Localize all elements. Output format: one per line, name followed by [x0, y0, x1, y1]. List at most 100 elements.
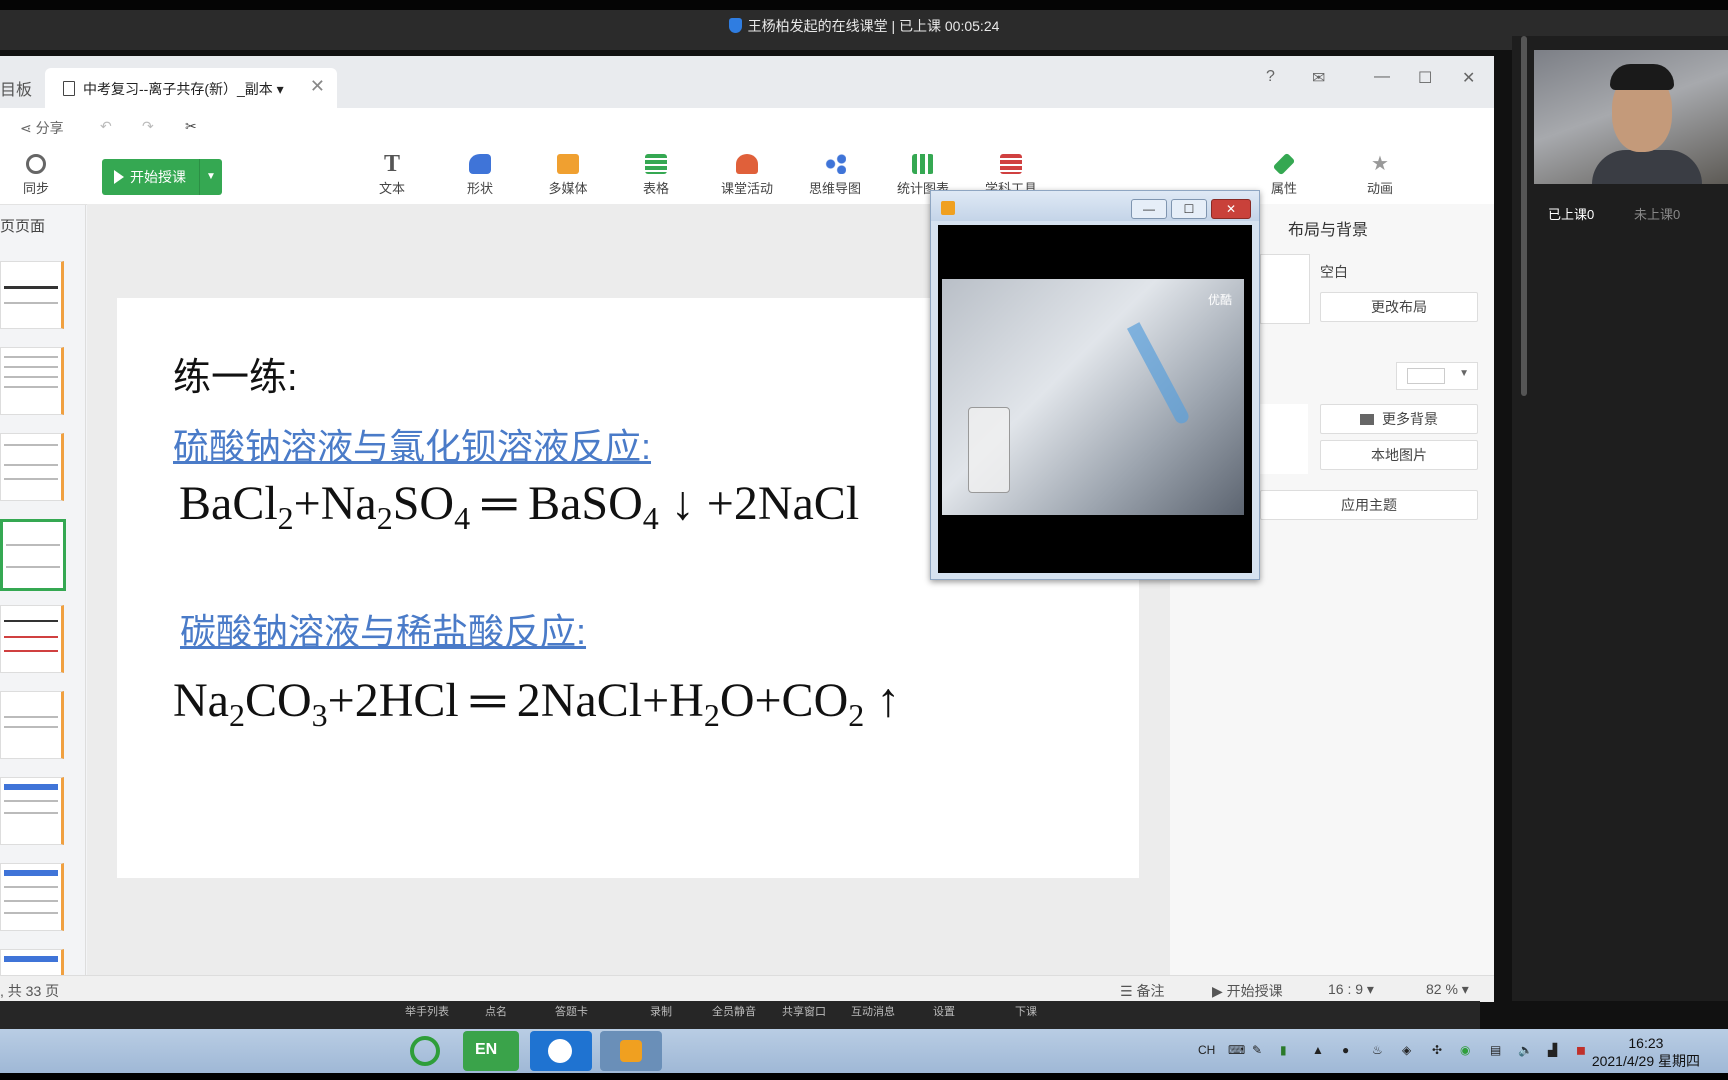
- system-clock[interactable]: 16:23 2021/4/29 星期四: [1592, 1034, 1700, 1070]
- equation-1: BaCl2+Na2SO4 ═ BaSO4 ↓ +2NaCl: [179, 477, 860, 536]
- menu-share-window[interactable]: 共享窗口: [782, 1003, 826, 1019]
- status-start-button[interactable]: ▶ 开始授课: [1212, 981, 1283, 1001]
- menu-end-class[interactable]: 下课: [1015, 1003, 1037, 1019]
- tool-text[interactable]: T 文本: [360, 152, 424, 197]
- table-icon: [645, 154, 667, 174]
- slide-thumbnail[interactable]: [0, 605, 64, 673]
- video-screen[interactable]: 优酷: [938, 225, 1252, 573]
- document-tab-label: 中考复习--离子共存(新）_副本 ▾: [83, 81, 284, 97]
- slide-link-reaction-1[interactable]: 硫酸钠溶液与氯化钡溶液反应:: [173, 418, 651, 470]
- input-language[interactable]: CH: [1198, 1043, 1215, 1057]
- mail-icon[interactable]: ✉: [1312, 68, 1325, 88]
- background-color-picker[interactable]: ▼: [1396, 362, 1478, 390]
- background-preview: [1260, 404, 1308, 474]
- slide-thumbnail[interactable]: [0, 261, 64, 329]
- battery-icon[interactable]: ▮: [1280, 1043, 1287, 1057]
- menu-record[interactable]: 录制: [650, 1003, 672, 1019]
- maximize-button[interactable]: ☐: [1418, 68, 1432, 88]
- tool-media[interactable]: 多媒体: [536, 154, 600, 197]
- classroom-bottom-menu: 举手列表 点名 答题卡 录制 全员静音 共享窗口 互动消息 设置 下课: [0, 1001, 1480, 1029]
- quick-toolbar: ⋖ 分享 ↶ ↷ ✂: [0, 108, 1494, 144]
- video-player-window[interactable]: — ☐ ✕ 优酷: [930, 190, 1260, 580]
- show-hidden-icons-icon[interactable]: ▲: [1312, 1043, 1324, 1057]
- maximize-button[interactable]: ☐: [1171, 199, 1207, 219]
- video-watermark: 优酷: [1207, 293, 1232, 307]
- tool-mindmap[interactable]: 思维导图: [800, 154, 870, 197]
- teacher-webcam[interactable]: [1534, 50, 1728, 184]
- start-class-button[interactable]: 开始授课 ▼: [102, 159, 222, 195]
- activity-icon: [736, 154, 758, 174]
- zoom-select[interactable]: 82 % ▾: [1426, 981, 1469, 998]
- slide-thumbnail[interactable]: [0, 949, 64, 977]
- menu-raise-hand-list[interactable]: 举手列表: [405, 1003, 449, 1019]
- video-titlebar[interactable]: — ☐ ✕: [931, 191, 1259, 221]
- share-button[interactable]: ⋖ 分享: [20, 118, 64, 138]
- not-attended-count[interactable]: 未上课0: [1634, 204, 1680, 223]
- security-icon[interactable]: ◉: [1460, 1043, 1470, 1057]
- sync-icon: [26, 154, 46, 174]
- chat-app-icon[interactable]: [530, 1031, 592, 1071]
- tool-shape[interactable]: 形状: [448, 154, 512, 197]
- slide-thumbnail[interactable]: [0, 347, 64, 415]
- menu-mute-all[interactable]: 全员静音: [712, 1003, 756, 1019]
- slide-thumbnail[interactable]: [0, 691, 64, 759]
- brush-icon: [1272, 152, 1296, 176]
- aspect-ratio-select[interactable]: 16 : 9 ▾: [1328, 981, 1374, 998]
- antivirus-icon[interactable]: ◼: [1576, 1043, 1586, 1057]
- device-icon[interactable]: ▤: [1490, 1043, 1501, 1057]
- close-window-button[interactable]: ✕: [1462, 68, 1475, 88]
- video-frame: 优酷: [942, 279, 1244, 515]
- video-player-taskbar-icon[interactable]: [600, 1031, 662, 1071]
- menu-answer-card[interactable]: 答题卡: [555, 1003, 588, 1019]
- slide-link-reaction-2[interactable]: 碳酸钠溶液与稀盐酸反应:: [180, 603, 586, 655]
- minimize-button[interactable]: —: [1131, 199, 1167, 219]
- change-layout-button[interactable]: 更改布局: [1320, 292, 1478, 322]
- slide-thumbnail[interactable]: [0, 863, 64, 931]
- layout-preview[interactable]: [1260, 254, 1310, 324]
- panel-scrollbar[interactable]: [1521, 36, 1527, 396]
- close-window-button[interactable]: ✕: [1211, 199, 1251, 219]
- cut-icon[interactable]: ✂: [185, 118, 197, 135]
- signal-icon[interactable]: ▟: [1548, 1043, 1557, 1057]
- tab-attributes[interactable]: 属性: [1252, 152, 1316, 197]
- help-icon[interactable]: ?: [1266, 68, 1275, 86]
- slide-thumbnail[interactable]: [0, 777, 64, 845]
- notes-icon: ☰: [1120, 983, 1137, 999]
- slide-thumbnail[interactable]: [0, 433, 64, 501]
- menu-roll-call[interactable]: 点名: [485, 1003, 507, 1019]
- app-tray-icon[interactable]: ◈: [1402, 1043, 1411, 1057]
- reagent-bottle: [968, 407, 1010, 493]
- tab-document[interactable]: 中考复习--离子共存(新）_副本 ▾ ✕: [45, 68, 337, 108]
- volume-icon[interactable]: 🔈: [1518, 1043, 1533, 1057]
- notes-button[interactable]: ☰ 备注: [1120, 981, 1164, 1001]
- media-icon: [557, 154, 579, 174]
- tool-classroom-activity[interactable]: 课堂活动: [712, 154, 782, 197]
- menu-settings[interactable]: 设置: [933, 1003, 955, 1019]
- more-background-button[interactable]: 更多背景: [1320, 404, 1478, 434]
- undo-icon[interactable]: ↶: [100, 118, 112, 135]
- sync-button[interactable]: 同步: [4, 154, 68, 197]
- apply-theme-button[interactable]: 应用主题: [1260, 490, 1478, 520]
- page-count: , 共 33 页: [0, 983, 60, 999]
- tab-animation[interactable]: ★ 动画: [1348, 154, 1412, 197]
- attended-count[interactable]: 已上课0: [1548, 204, 1594, 223]
- chevron-down-icon[interactable]: ▼: [199, 159, 222, 195]
- local-image-button[interactable]: 本地图片: [1320, 440, 1478, 470]
- en-input-icon[interactable]: EN: [463, 1031, 519, 1071]
- pen-icon[interactable]: ✎: [1252, 1043, 1262, 1057]
- network-share-icon[interactable]: ✣: [1432, 1043, 1442, 1057]
- keyboard-icon[interactable]: ⌨: [1228, 1043, 1245, 1057]
- main-toolbar: 同步 开始授课 ▼ T 文本 形状 多媒体 表格 课堂活动 思维导图 统计图表 学科…: [0, 144, 1494, 205]
- tool-table[interactable]: 表格: [624, 154, 688, 197]
- minimize-button[interactable]: —: [1374, 68, 1390, 86]
- qq-icon[interactable]: ●: [1342, 1043, 1349, 1057]
- thermometer-icon[interactable]: ♨: [1372, 1043, 1383, 1057]
- windows-taskbar: EN CH ⌨ ✎ ▮ ▲ ● ♨ ◈ ✣ ◉ ▤ 🔈 ▟ ◼ 16:23 202…: [0, 1029, 1728, 1073]
- redo-icon[interactable]: ↷: [142, 118, 154, 135]
- menu-interactive-messages[interactable]: 互动消息: [851, 1003, 895, 1019]
- status-bar: , 共 33 页 ☰ 备注 ▶ 开始授课 16 : 9 ▾ 82 % ▾: [0, 975, 1494, 1002]
- tab-whiteboard[interactable]: 目板: [0, 76, 32, 100]
- ie-browser-icon[interactable]: [396, 1031, 452, 1071]
- close-tab-icon[interactable]: ✕: [310, 76, 325, 97]
- slide-thumbnail-selected[interactable]: [0, 519, 66, 591]
